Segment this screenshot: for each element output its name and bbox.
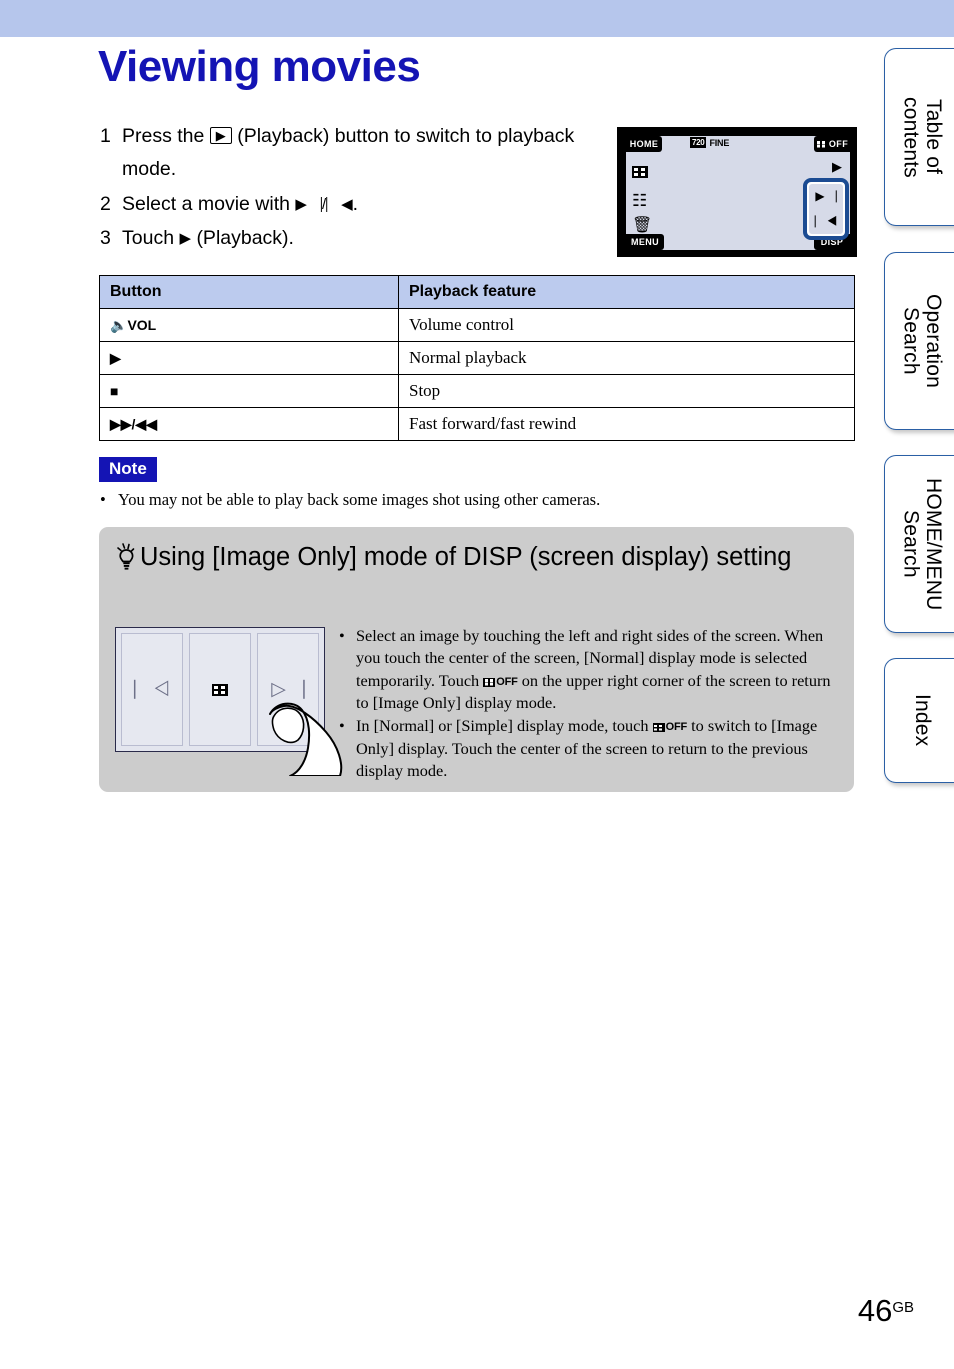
lightbulb-icon [114,542,140,572]
lcd-display-off-button: OFF [814,136,850,152]
illustration-pane-left: ⎸◁ [121,633,183,746]
tip-box: Using [Image Only] mode of DISP (screen … [99,527,854,792]
table-row: 🔈VOL Volume control [99,308,855,342]
step-text-pre: Touch [122,227,175,250]
bullet-marker: • [339,626,345,645]
step-text-pre: Press the [122,125,205,147]
procedure-steps: 1 Press the ▶ (Playback) button to switc… [100,120,600,257]
display-off-label: OFF [496,675,518,688]
button-feature-table: Button Playback feature 🔈VOL Volume cont… [99,275,855,441]
side-tab-bar: Table of contents Operation Search HOME/… [878,0,954,1369]
display-off-icon: OFF [483,675,518,690]
page-number-suffix: GB [892,1299,914,1316]
step-2: 2 Select a movie with ▶⎹/⎸◀. [100,188,600,221]
step-text: Select a movie with ▶⎹/⎸◀. [122,188,600,221]
note-bullet: • [100,490,106,509]
quality-label: FINE [709,137,730,148]
step-text: Press the ▶ (Playback) button to switch … [122,120,600,186]
sidebar-tab-home-menu-search[interactable]: HOME/MENU Search [884,455,954,633]
lcd-prev-icon: ⎸◀ [814,214,838,228]
tip-heading: Using [Image Only] mode of DISP (screen … [114,541,829,574]
tab-label: Table of contents [899,96,946,178]
next-prev-icon: ▶⎹/⎸◀ [295,195,353,213]
tab-label: HOME/MENU Search [899,477,946,611]
step-text-post: (Playback). [196,227,294,250]
table-header-row: Button Playback feature [99,275,855,309]
table-header-button: Button [99,275,399,309]
grid-display-icon [212,683,228,696]
tab-label: Operation Search [899,293,946,389]
volume-label: VOL [127,316,157,333]
camera-lcd-illustration: HOME MENU DISP OFF 720 FINE ☷ 🗑 ▶ ▶⎹ ⎸◀ [617,127,857,257]
top-banner [0,0,954,37]
table-cell-feature: Fast forward/fast rewind [398,407,855,441]
grid-display-icon [815,139,828,149]
lcd-next-icon: ▶⎹ [815,189,837,203]
display-off-icon: OFF [652,720,688,735]
step-number: 1 [100,125,111,147]
tip-bullet-item: • Select an image by touching the left a… [339,625,839,714]
display-off-label: OFF [665,721,688,734]
illustration-pane-right: ▷⎹ [257,633,319,746]
grid-display-icon [652,723,665,733]
note-label: Note [99,457,157,482]
table-cell-button: 🔈VOL [99,308,399,342]
resolution-badge: 720 [690,137,707,148]
table-row: ■ Stop [99,374,855,408]
step-text-post: . [352,192,359,215]
lcd-off-label: OFF [828,139,849,149]
step-3: 3 Touch ▶ (Playback). [100,222,600,255]
table-cell-feature: Normal playback [398,341,855,375]
lcd-nav-buttons: ▶⎹ ⎸◀ [808,183,844,235]
tip-bullet-item: • In [Normal] or [Simple] display mode, … [339,715,839,782]
lcd-menu-button: MENU [626,234,664,250]
page-number-value: 46 [857,1293,893,1328]
tip-bullet-list: • Select an image by touching the left a… [339,625,839,783]
table-cell-button: ▶▶/◀◀ [99,407,399,441]
page-number: 46GB [858,1293,914,1329]
sidebar-tab-index[interactable]: Index [884,658,954,783]
sidebar-tab-operation-search[interactable]: Operation Search [884,252,954,430]
playback-button-icon: ▶ [209,127,232,144]
index-grid-glyph [632,166,648,178]
lcd-home-button: HOME [626,136,662,152]
table-row: ▶ Normal playback [99,341,855,375]
stop-icon: ■ [110,383,119,399]
table-cell-button: ■ [99,374,399,408]
grid-display-icon [483,677,496,687]
touch-screen-illustration: ⎸◁ ▷⎹ [115,627,343,776]
table-header-feature: Playback feature [398,275,855,309]
fast-forward-rewind-icon: ▶▶/◀◀ [110,415,157,432]
tip-bullet-text: In [Normal] or [Simple] display mode, to… [356,715,839,782]
tip-bullet-text: Select an image by touching the left and… [356,625,839,714]
slideshow-icon: ☷ [632,191,648,210]
page-content: Viewing movies 1 Press the ▶ (Playback) … [0,37,878,1369]
tip-heading-text: Using [Image Only] mode of DISP (screen … [140,543,792,571]
page-title: Viewing movies [98,42,421,91]
index-view-icon [632,166,648,182]
lcd-nav-highlight-box: ▶⎹ ⎸◀ [803,178,849,240]
lcd-resolution-indicator: 720 FINE [690,137,729,148]
table-row: ▶▶/◀◀ Fast forward/fast rewind [99,407,855,441]
bullet-marker: • [339,716,345,736]
illustration-pane-center [189,633,251,746]
step-text-pre: Select a movie with [122,192,290,215]
step-1: 1 Press the ▶ (Playback) button to switc… [100,120,600,186]
play-icon: ▶ [179,230,192,248]
sidebar-tab-table-of-contents[interactable]: Table of contents [884,48,954,226]
step-text: Touch ▶ (Playback). [122,222,600,255]
note-text: You may not be able to play back some im… [118,490,601,509]
table-cell-button: ▶ [99,341,399,375]
table-cell-feature: Stop [398,374,855,408]
tab-label: Index [910,694,934,747]
table-cell-feature: Volume control [398,308,855,342]
play-icon: ▶ [110,349,121,366]
step-number: 2 [100,192,111,215]
volume-icon: 🔈 [110,316,128,333]
lcd-play-icon: ▶ [832,159,842,174]
tip-bullet-part1: In [Normal] or [Simple] display mode, to… [356,716,649,736]
delete-icon: 🗑 [632,217,653,234]
note-body: • You may not be able to play back some … [100,490,840,510]
step-number: 3 [100,227,111,250]
